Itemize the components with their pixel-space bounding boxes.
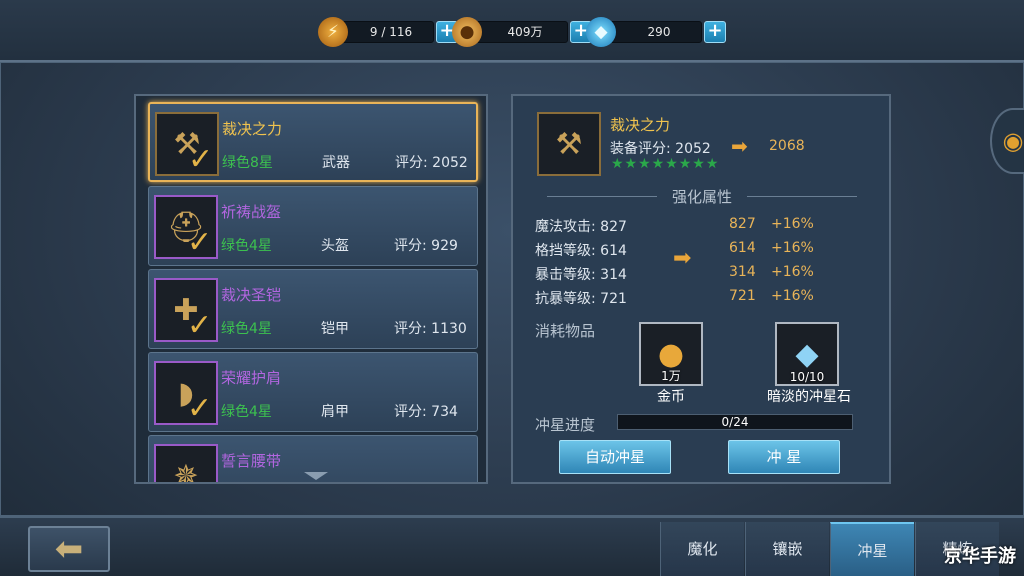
coin-icon[interactable]: ● 1万 xyxy=(639,322,703,386)
arrow-left-icon: ⬅ xyxy=(54,529,84,569)
resource-bar: ⚡ 9 / 116 + ● 409万 + ◆ 290 + xyxy=(0,0,1024,62)
detail-score: 装备评分: 2052 xyxy=(610,141,711,157)
item-slot: 头盔 xyxy=(321,238,349,254)
section-title-text: 强化属性 xyxy=(671,188,732,206)
watermark: 京华手游 xyxy=(944,546,1016,567)
cost-name: 金币 xyxy=(657,389,685,405)
attribute-name: 魔法攻击: 827 xyxy=(535,219,627,235)
progress-bar: 0/24 xyxy=(617,414,853,430)
divider xyxy=(547,196,657,197)
cost-label: 消耗物品 xyxy=(535,322,596,340)
star-rating: ★★★★★★★★ xyxy=(611,156,720,172)
item-slot: 武器 xyxy=(322,155,350,171)
cost-quantity: 1万 xyxy=(661,369,681,383)
detail-new-score: 2068 xyxy=(769,138,805,154)
tab-inlay[interactable]: 镶嵌 xyxy=(745,522,829,576)
attribute-name: 抗暴等级: 721 xyxy=(535,291,627,307)
crystal-icon[interactable]: ◆ 10/10 xyxy=(775,322,839,386)
equipped-check-icon: ✓ xyxy=(187,391,213,426)
list-item-pauldron[interactable]: ◗ ✓ 荣耀护肩 绿色4星 肩甲 评分: 734 xyxy=(148,352,478,432)
attribute-row: 暴击等级: 314 314 +16% xyxy=(535,264,875,284)
attribute-increase: +16% xyxy=(771,288,814,304)
attribute-name: 暴击等级: 314 xyxy=(535,267,627,283)
arrow-right-icon: ➡ xyxy=(673,246,692,271)
auto-star-button[interactable]: 自动冲星 xyxy=(559,440,671,474)
progress-text: 0/24 xyxy=(721,415,749,429)
cost-name: 暗淡的冲星石 xyxy=(767,389,851,405)
tab-enchant[interactable]: 魔化 xyxy=(660,522,744,576)
gold-resource: ● 409万 + xyxy=(452,17,592,47)
attribute-new-value: 614 xyxy=(729,240,756,256)
add-gem-button[interactable]: + xyxy=(704,21,726,43)
coin-icon: ● xyxy=(452,17,482,47)
back-button[interactable]: ⬅ xyxy=(28,526,110,572)
list-item-helmet[interactable]: ⛑ ✓ 祈祷战盔 绿色4星 头盔 评分: 929 xyxy=(148,186,478,266)
item-slot: 铠甲 xyxy=(321,321,349,337)
item-score: 评分: 2052 xyxy=(395,155,468,171)
progress-label: 冲星进度 xyxy=(535,416,596,434)
energy-icon: ⚡ xyxy=(318,17,348,47)
list-item-armor[interactable]: ✚ ✓ 裁决圣铠 绿色4星 铠甲 评分: 1130 xyxy=(148,269,478,349)
gem-resource: ◆ 290 + xyxy=(586,17,726,47)
divider xyxy=(747,196,857,197)
item-grade: 绿色4星 xyxy=(221,404,272,420)
item-grade: 绿色4星 xyxy=(221,238,272,254)
energy-resource: ⚡ 9 / 116 + xyxy=(318,17,458,47)
monster-icon: ◉ xyxy=(1002,127,1024,155)
star-up-button[interactable]: 冲 星 xyxy=(728,440,840,474)
item-score: 评分: 734 xyxy=(394,404,458,420)
equipped-check-icon: ✓ xyxy=(187,308,213,343)
bottom-nav: ⬅ 魔化 镶嵌 冲星 精炼 xyxy=(0,516,1024,576)
hammer-icon: ⚒ xyxy=(537,112,601,176)
attribute-new-value: 721 xyxy=(729,288,756,304)
attribute-increase: +16% xyxy=(771,240,814,256)
attribute-row: 抗暴等级: 721 721 +16% xyxy=(535,288,875,308)
attribute-increase: +16% xyxy=(771,264,814,280)
item-grade: 绿色8星 xyxy=(222,155,273,171)
detail-item-name: 裁决之力 xyxy=(610,116,671,134)
energy-value: 9 / 116 xyxy=(338,21,434,43)
item-score: 评分: 1130 xyxy=(394,321,467,337)
item-grade: 绿色4星 xyxy=(221,321,272,337)
equipment-list[interactable]: ⚒ ✓ 裁决之力 绿色8星 武器 评分: 2052 ⛑ ✓ 祈祷战盔 绿色4星 … xyxy=(134,94,488,484)
attribute-new-value: 827 xyxy=(729,216,756,232)
gem-icon: ◆ xyxy=(586,17,616,47)
item-name: 荣耀护肩 xyxy=(221,369,282,387)
item-name: 裁决之力 xyxy=(222,120,283,138)
item-score: 评分: 929 xyxy=(394,238,458,254)
item-name: 誓言腰带 xyxy=(221,452,282,470)
item-slot: 肩甲 xyxy=(321,404,349,420)
belt-icon: ✵ xyxy=(154,444,218,482)
arrow-right-icon: ➡ xyxy=(731,134,748,158)
item-name: 裁决圣铠 xyxy=(221,286,282,304)
cost-quantity: 10/10 xyxy=(789,370,825,384)
attribute-new-value: 314 xyxy=(729,264,756,280)
gem-value: 290 xyxy=(606,21,702,43)
tab-star-up[interactable]: 冲星 xyxy=(830,522,914,576)
section-title: 强化属性 xyxy=(537,186,867,207)
equipped-check-icon: ✓ xyxy=(187,225,213,260)
scroll-down-icon[interactable] xyxy=(304,472,328,480)
attribute-row: 格挡等级: 614 614 +16% xyxy=(535,240,875,260)
upgrade-detail-panel: ⚒ 裁决之力 装备评分: 2052 ➡ 2068 ★★★★★★★★ 强化属性 魔… xyxy=(511,94,891,484)
equipped-check-icon: ✓ xyxy=(188,142,214,177)
attribute-name: 格挡等级: 614 xyxy=(535,243,627,259)
attribute-row: 魔法攻击: 827 827 +16% xyxy=(535,216,875,236)
attribute-increase: +16% xyxy=(771,216,814,232)
gold-value: 409万 xyxy=(472,21,568,43)
list-item-weapon[interactable]: ⚒ ✓ 裁决之力 绿色8星 武器 评分: 2052 xyxy=(148,102,478,182)
item-name: 祈祷战盔 xyxy=(221,203,282,221)
